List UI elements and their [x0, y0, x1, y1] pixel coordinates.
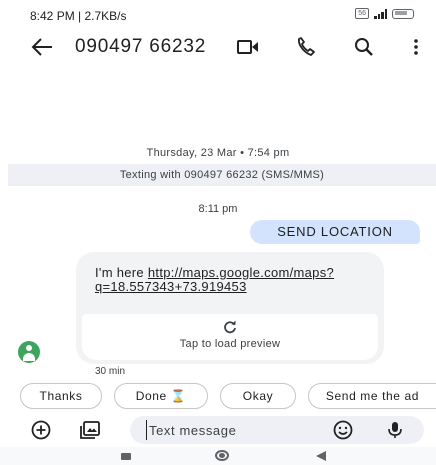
status-bar: 8:42 PM | 2.7KB/s 56 [0, 0, 436, 30]
suggestion-chip[interactable]: Okay [220, 383, 296, 409]
conversation-title: 090497 66232 [75, 36, 207, 57]
recents-icon[interactable] [121, 453, 131, 460]
nav-back-icon[interactable] [316, 451, 326, 461]
suggestion-chip[interactable]: Send me the ad [308, 383, 436, 409]
person-icon [26, 345, 32, 351]
link-preview[interactable]: Tap to load preview [82, 314, 378, 360]
add-circle-icon[interactable] [30, 420, 52, 440]
search-icon[interactable] [352, 36, 376, 58]
status-time: 8:42 PM | 2.7KB/s [30, 9, 127, 23]
received-message-prefix: I'm here [95, 265, 148, 280]
signal-icon [374, 8, 387, 19]
texting-banner: Texting with 090497 66232 (SMS/MMS) [8, 164, 436, 186]
battery-icon [392, 8, 414, 19]
back-arrow-icon[interactable] [30, 36, 54, 58]
sim-icon: 56 [355, 8, 369, 19]
media-gallery-icon[interactable] [79, 420, 101, 440]
preview-label: Tap to load preview [179, 338, 281, 350]
mic-icon[interactable] [384, 420, 406, 440]
compose-bar [0, 414, 436, 446]
contact-avatar[interactable] [18, 341, 40, 363]
more-vert-icon[interactable] [404, 36, 428, 58]
conversation-header: 090497 66232 [0, 30, 436, 66]
system-nav-bar [0, 447, 436, 465]
sent-timestamp: 8:11 pm [198, 203, 238, 215]
person-icon-body [23, 353, 35, 361]
received-timestamp: 30 min [95, 366, 126, 377]
sent-message-bubble[interactable]: SEND LOCATION [250, 220, 420, 244]
thread-date: Thursday, 23 Mar • 7:54 pm [146, 147, 290, 159]
message-input[interactable] [146, 420, 326, 440]
suggestion-chip[interactable]: Thanks [20, 383, 102, 409]
suggestion-chip[interactable]: Done ⌛ [114, 383, 208, 409]
home-icon[interactable] [215, 450, 229, 461]
refresh-icon [224, 320, 236, 334]
status-icons: 56 [355, 8, 414, 19]
emoji-icon[interactable] [332, 420, 354, 440]
phone-icon[interactable] [294, 36, 318, 58]
received-message-bubble[interactable]: I'm here http://maps.google.com/maps?q=1… [76, 252, 384, 364]
received-message-text: I'm here http://maps.google.com/maps?q=1… [95, 266, 367, 294]
video-call-icon[interactable] [236, 36, 260, 58]
suggestion-chips: Thanks Done ⌛ Okay Send me the ad [0, 383, 436, 409]
compose-field [130, 416, 424, 444]
